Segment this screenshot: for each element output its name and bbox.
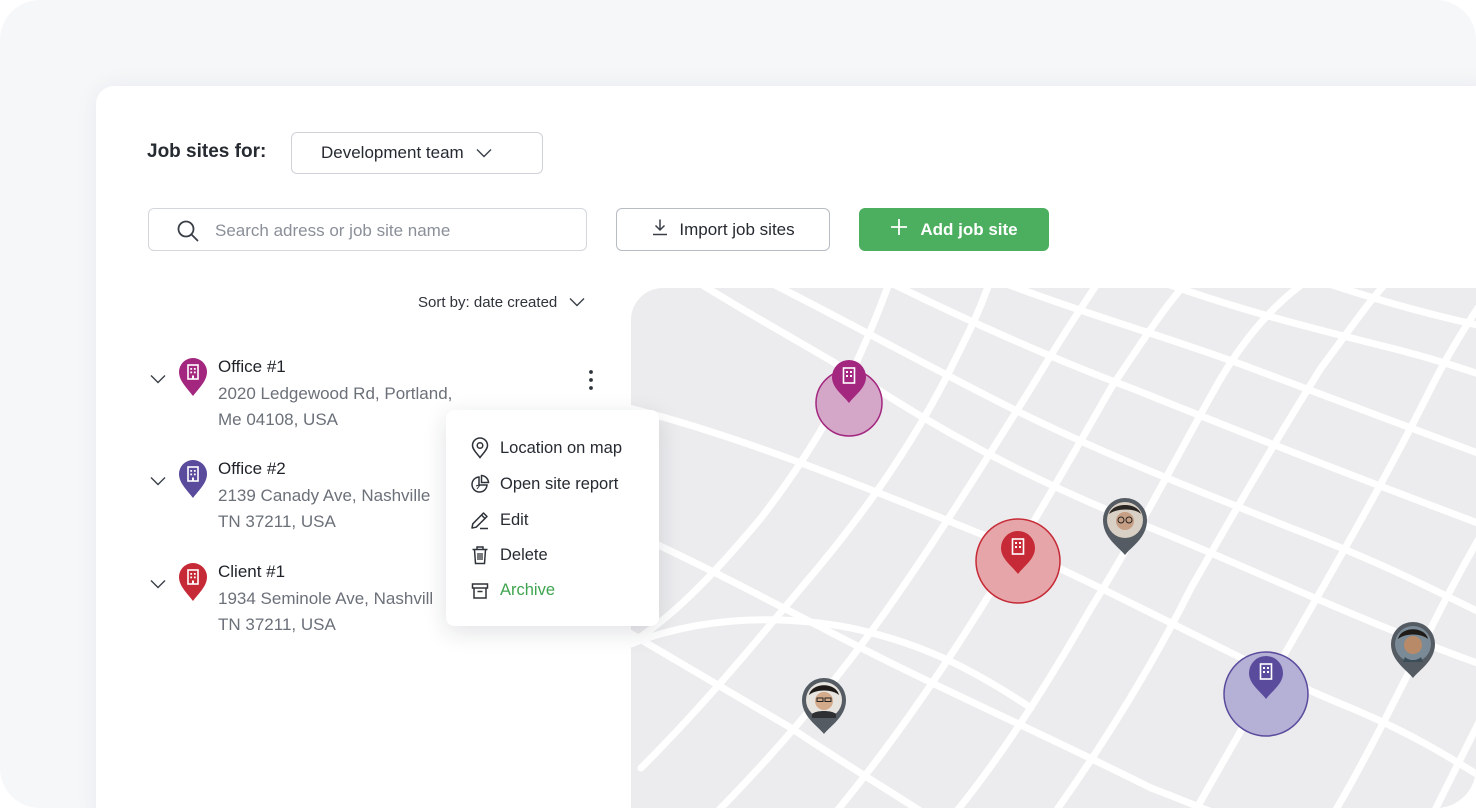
- job-sites-for-label: Job sites for:: [147, 141, 267, 162]
- menu-item-edit[interactable]: Edit: [470, 510, 528, 530]
- menu-item-delete[interactable]: Delete: [470, 545, 548, 565]
- site-address-line2: TN 37211, USA: [218, 512, 336, 531]
- office-2-marker: [1223, 651, 1309, 737]
- menu-item-open-site-report[interactable]: Open site report: [470, 474, 618, 494]
- add-job-site-button[interactable]: Add job site: [859, 208, 1049, 251]
- menu-item-label: Archive: [500, 581, 556, 599]
- chevron-down-icon[interactable]: [150, 576, 166, 594]
- site-address-line1: 2020 Ledgewood Rd, Portland,: [218, 384, 453, 403]
- download-icon: [651, 218, 669, 241]
- client-1-marker: [975, 518, 1061, 604]
- team-select-value: Development team: [321, 143, 464, 162]
- sort-dropdown[interactable]: Sort by: date created: [418, 294, 585, 311]
- menu-item-label: Location on map: [500, 438, 623, 457]
- employee-marker: [802, 678, 846, 734]
- menu-item-label: Delete: [500, 545, 548, 564]
- employee-marker: [1103, 498, 1147, 555]
- pie-chart-icon: [470, 474, 490, 494]
- site-name: Office #2: [218, 459, 286, 478]
- building-pin-icon: [178, 459, 208, 504]
- chevron-down-icon[interactable]: [150, 371, 166, 389]
- search-input[interactable]: [213, 217, 567, 245]
- trash-icon: [470, 545, 490, 565]
- building-pin-icon: [178, 357, 208, 402]
- site-name: Client #1: [218, 562, 286, 581]
- chevron-down-icon: [476, 143, 492, 163]
- job-sites-map[interactable]: [631, 288, 1476, 808]
- office-1-marker: [815, 360, 883, 437]
- chevron-down-icon[interactable]: [150, 473, 166, 491]
- team-select[interactable]: Development team: [291, 132, 543, 174]
- sort-label: Sort by: date created: [418, 294, 558, 311]
- site-address-line2: TN 37211, USA: [218, 615, 336, 634]
- pencil-icon: [470, 510, 490, 530]
- menu-item-label: Edit: [500, 510, 529, 529]
- site-context-menu: Location on map Open site report Edit De…: [446, 410, 659, 626]
- site-name: Office #1: [218, 357, 286, 376]
- add-job-site-label: Add job site: [920, 219, 1018, 239]
- search-icon: [177, 220, 199, 247]
- site-address-line2: Me 04108, USA: [218, 410, 339, 429]
- import-job-sites-label: Import job sites: [679, 219, 795, 239]
- map-pin-icon: [470, 437, 490, 459]
- search-box[interactable]: [148, 208, 587, 251]
- import-job-sites-button[interactable]: Import job sites: [616, 208, 830, 251]
- menu-item-location-on-map[interactable]: Location on map: [470, 437, 622, 459]
- site-address-line1: 1934 Seminole Ave, Nashvill: [218, 589, 434, 608]
- site-address-line1: 2139 Canady Ave, Nashville: [218, 486, 431, 505]
- menu-item-label: Open site report: [500, 474, 619, 493]
- building-pin-icon: [178, 562, 208, 607]
- map-canvas: [631, 288, 1476, 808]
- menu-item-archive[interactable]: Archive: [470, 581, 555, 600]
- app-frame: Job sites for: Development team Import j…: [0, 0, 1476, 808]
- employee-marker: [1391, 622, 1435, 678]
- chevron-down-icon: [569, 294, 585, 311]
- more-options-icon[interactable]: [588, 369, 594, 396]
- archive-icon: [470, 582, 490, 600]
- plus-icon: [890, 218, 908, 241]
